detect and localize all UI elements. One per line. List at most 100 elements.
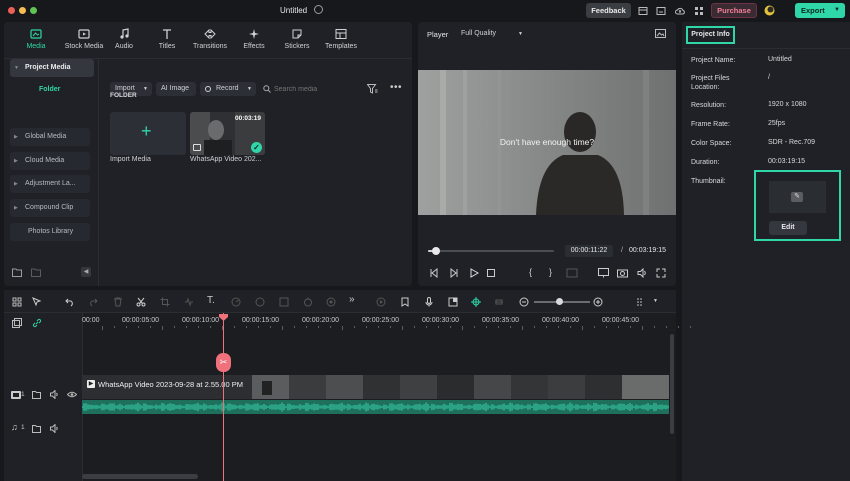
link-icon[interactable] — [494, 297, 504, 307]
thumbnail-preview[interactable]: ✎ — [769, 181, 826, 213]
insert-icon[interactable] — [566, 268, 578, 278]
tab-transitions[interactable]: Transitions — [186, 27, 234, 55]
speaker-icon[interactable] — [50, 390, 59, 399]
mark-out-icon[interactable]: } — [549, 267, 552, 277]
project-info-panel: Project Info Project Name: Untitled Proj… — [682, 22, 850, 481]
screen-icon[interactable] — [638, 6, 648, 16]
import-media-tile[interactable]: + — [110, 112, 186, 155]
new-folder-icon[interactable] — [12, 268, 22, 277]
play-icon[interactable] — [469, 268, 479, 278]
folder-icon[interactable] — [32, 424, 41, 433]
mask-icon[interactable] — [326, 297, 336, 307]
sidebar-item-adjustment-layer[interactable]: ▶ Adjustment La... — [10, 175, 90, 193]
audio-waveform[interactable] — [82, 400, 669, 414]
sidebar-item-photos-library[interactable]: Photos Library — [10, 223, 90, 241]
redo-icon[interactable] — [88, 297, 98, 307]
color-palette-icon[interactable] — [255, 297, 265, 307]
avatar[interactable] — [764, 5, 775, 16]
stop-icon[interactable] — [486, 268, 496, 278]
record-dropdown[interactable]: Record ▼ — [200, 82, 256, 96]
split-scissors-icon[interactable]: ✂ — [216, 353, 231, 372]
project-status-icon[interactable] — [314, 5, 323, 14]
grid-apps-icon[interactable] — [694, 6, 704, 16]
horizontal-scrollbar[interactable] — [82, 474, 198, 479]
current-time[interactable]: 00:00:11:22 — [565, 245, 613, 257]
snapshot-icon[interactable] — [655, 29, 666, 38]
tab-effects[interactable]: Effects — [230, 27, 278, 55]
zoom-slider-knob[interactable] — [555, 298, 563, 305]
quality-dropdown[interactable]: Full Quality ▼ — [461, 28, 525, 40]
ai-audio-icon[interactable] — [448, 297, 458, 307]
camera-icon[interactable] — [617, 268, 628, 278]
mark-in-icon[interactable]: { — [529, 267, 532, 277]
filter-icon[interactable] — [367, 84, 378, 94]
zoom-out-icon[interactable] — [519, 297, 529, 307]
close-window-button[interactable] — [8, 7, 15, 14]
chevron-down-icon[interactable]: ▼ — [653, 298, 658, 304]
video-preview[interactable]: Don't have enough time? — [418, 70, 676, 215]
storage-icon[interactable] — [656, 6, 666, 16]
ai-frame-icon[interactable] — [279, 297, 289, 307]
playhead-knob[interactable] — [431, 247, 440, 255]
select-cursor-icon[interactable] — [32, 297, 42, 307]
undo-icon[interactable] — [65, 297, 75, 307]
playhead-line[interactable] — [223, 313, 224, 481]
pencil-icon[interactable]: ✎ — [791, 192, 803, 202]
playback-progress-track[interactable] — [428, 250, 554, 252]
split-audio-icon[interactable] — [184, 297, 194, 307]
video-clip[interactable]: ▶ WhatsApp Video 2023-09-28 at 2.55.00 P… — [82, 375, 669, 399]
sidebar-item-compound-clip[interactable]: ▶ Compound Clip — [10, 199, 90, 217]
sidebar-item-folder[interactable]: Folder — [39, 86, 60, 93]
collapse-sidebar-button[interactable]: ◀ — [81, 267, 91, 277]
add-track-icon[interactable] — [12, 318, 22, 328]
delete-icon[interactable] — [113, 297, 123, 307]
crop-icon[interactable] — [160, 297, 170, 307]
link-clips-icon[interactable] — [32, 318, 42, 328]
render-icon[interactable] — [376, 297, 386, 307]
minimize-window-button[interactable] — [19, 7, 26, 14]
tab-project-info[interactable]: Project Info — [686, 26, 735, 44]
maximize-window-button[interactable] — [30, 7, 37, 14]
timer-icon[interactable] — [303, 297, 313, 307]
folder-icon[interactable] — [32, 390, 41, 399]
search-input[interactable] — [274, 82, 356, 96]
speaker-icon[interactable] — [50, 424, 59, 433]
more-options-icon[interactable]: ••• — [390, 82, 402, 93]
eye-icon[interactable] — [67, 391, 77, 398]
vertical-scrollbar[interactable] — [670, 334, 674, 434]
cloud-upload-icon[interactable] — [675, 6, 685, 16]
zoom-in-icon[interactable] — [593, 297, 603, 307]
microphone-icon[interactable] — [424, 297, 434, 307]
tab-titles[interactable]: Titles — [143, 27, 191, 55]
fullscreen-icon[interactable] — [656, 268, 666, 278]
sidebar-item-label: Photos Library — [28, 228, 74, 235]
playhead-handle[interactable] — [219, 314, 228, 321]
layout-icon[interactable] — [12, 297, 22, 307]
marker-icon[interactable] — [400, 297, 410, 307]
feedback-button[interactable]: Feedback — [586, 3, 631, 18]
next-frame-icon[interactable] — [449, 268, 459, 278]
scissors-icon[interactable] — [136, 297, 146, 307]
previous-frame-icon[interactable] — [429, 268, 439, 278]
chevron-right-icon: ▶ — [14, 205, 18, 211]
sidebar-item-project-media[interactable]: ▼ Project Media — [10, 59, 94, 77]
sidebar-item-global-media[interactable]: ▶ Global Media — [10, 128, 90, 146]
snap-icon[interactable] — [471, 297, 481, 307]
export-button[interactable]: Export ▼ — [795, 3, 845, 18]
media-clip-thumbnail[interactable]: 00:03:19 ✓ — [190, 112, 265, 155]
text-icon[interactable]: T. — [207, 295, 215, 306]
ai-image-button[interactable]: AI Image — [156, 82, 196, 96]
edit-thumbnail-button[interactable]: Edit — [769, 221, 807, 235]
purchase-button[interactable]: Purchase — [711, 3, 757, 18]
tab-audio[interactable]: Audio — [100, 27, 148, 55]
tab-media[interactable]: Media — [12, 27, 60, 55]
tab-templates[interactable]: Templates — [316, 27, 366, 55]
grid-view-icon[interactable] — [636, 297, 646, 307]
sidebar-item-cloud-media[interactable]: ▶ Cloud Media — [10, 152, 90, 170]
folder-icon[interactable] — [31, 268, 41, 277]
more-tools-icon[interactable]: » — [349, 294, 355, 305]
tab-stickers[interactable]: Stickers — [273, 27, 321, 55]
display-icon[interactable] — [598, 268, 609, 278]
volume-icon[interactable] — [637, 268, 648, 278]
speed-icon[interactable] — [231, 297, 241, 307]
